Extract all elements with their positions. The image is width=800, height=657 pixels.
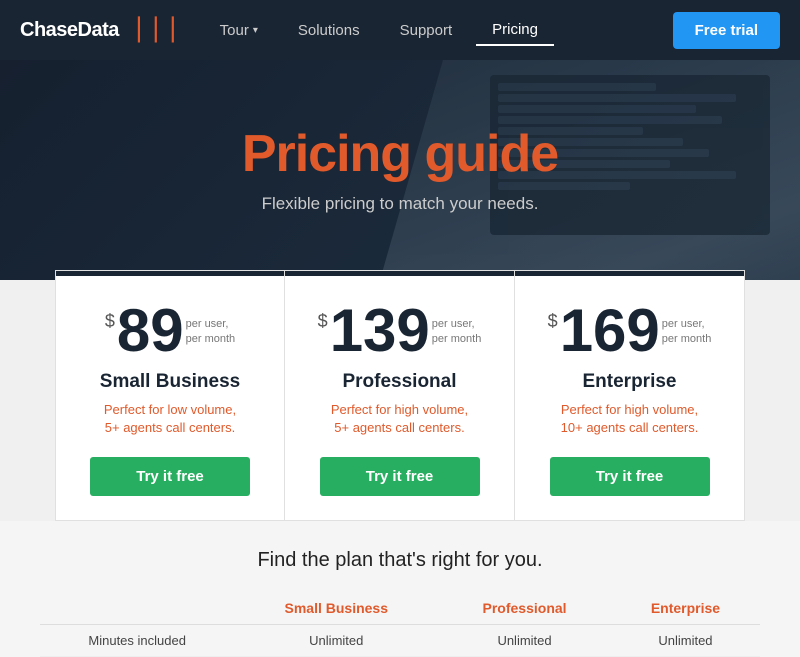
col-header-pro: Professional (438, 592, 611, 625)
nav-tour[interactable]: Tour ▾ (204, 16, 274, 45)
currency-symbol: $ (105, 311, 115, 332)
plan-description: Perfect for low volume,5+ agents call ce… (80, 401, 260, 437)
ent-value: Unlimited (611, 625, 760, 657)
plan-description: Perfect for high volume,10+ agents call … (539, 401, 720, 437)
navbar: ChaseData ▕▕▕ Tour ▾ Solutions Support P… (0, 0, 800, 60)
col-header-feature (40, 592, 234, 625)
plan-card-enterprise: $ 169 per user, per month Enterprise Per… (515, 270, 745, 521)
price-amount: 169 (560, 301, 660, 361)
plan-name: Enterprise (539, 371, 720, 393)
small-value: Unlimited (234, 625, 438, 657)
logo[interactable]: ChaseData ▕▕▕ (20, 17, 174, 43)
hero-subtitle: Flexible pricing to match your needs. (242, 194, 558, 214)
currency-symbol: $ (318, 311, 328, 332)
card-accent (515, 271, 744, 276)
try-free-button-pro[interactable]: Try it free (320, 457, 480, 496)
price-amount: 89 (117, 301, 184, 361)
price-row: $ 89 per user, per month (80, 301, 260, 361)
logo-icon: ▕▕▕ (123, 17, 174, 43)
price-amount: 139 (330, 301, 430, 361)
price-period: per user, per month (662, 317, 712, 348)
plan-name: Small Business (80, 371, 260, 393)
card-accent (56, 271, 284, 276)
try-free-button-ent[interactable]: Try it free (550, 457, 710, 496)
logo-text: ChaseData (20, 19, 119, 42)
plan-description: Perfect for high volume,5+ agents call c… (309, 401, 490, 437)
pricing-cards: $ 89 per user, per month Small Business … (0, 280, 800, 521)
free-trial-button[interactable]: Free trial (673, 12, 780, 49)
feature-label: Minutes included (40, 625, 234, 657)
hero-section: Pricing guide Flexible pricing to match … (0, 60, 800, 280)
price-row: $ 139 per user, per month (309, 301, 490, 361)
comparison-table: Small Business Professional Enterprise M… (40, 592, 760, 657)
col-header-small: Small Business (234, 592, 438, 625)
currency-symbol: $ (548, 311, 558, 332)
comparison-title: Find the plan that's right for you. (40, 549, 760, 572)
plan-card-small-business: $ 89 per user, per month Small Business … (55, 270, 285, 521)
pro-value: Unlimited (438, 625, 611, 657)
hero-title: Pricing guide (242, 126, 558, 183)
nav-solutions[interactable]: Solutions (282, 16, 376, 45)
comparison-section: Find the plan that's right for you. Smal… (0, 521, 800, 657)
table-header-row: Small Business Professional Enterprise (40, 592, 760, 625)
price-row: $ 169 per user, per month (539, 301, 720, 361)
plan-card-professional: $ 139 per user, per month Professional P… (285, 270, 515, 521)
nav-links: Tour ▾ Solutions Support Pricing (204, 15, 673, 46)
nav-pricing[interactable]: Pricing (476, 15, 554, 46)
table-row: Minutes included Unlimited Unlimited Unl… (40, 625, 760, 657)
plan-name: Professional (309, 371, 490, 393)
price-period: per user, per month (186, 317, 236, 348)
nav-support[interactable]: Support (384, 16, 469, 45)
card-accent (285, 271, 514, 276)
hero-content: Pricing guide Flexible pricing to match … (242, 126, 558, 213)
price-period: per user, per month (432, 317, 482, 348)
chevron-down-icon: ▾ (253, 25, 258, 36)
col-header-ent: Enterprise (611, 592, 760, 625)
try-free-button-small[interactable]: Try it free (90, 457, 250, 496)
